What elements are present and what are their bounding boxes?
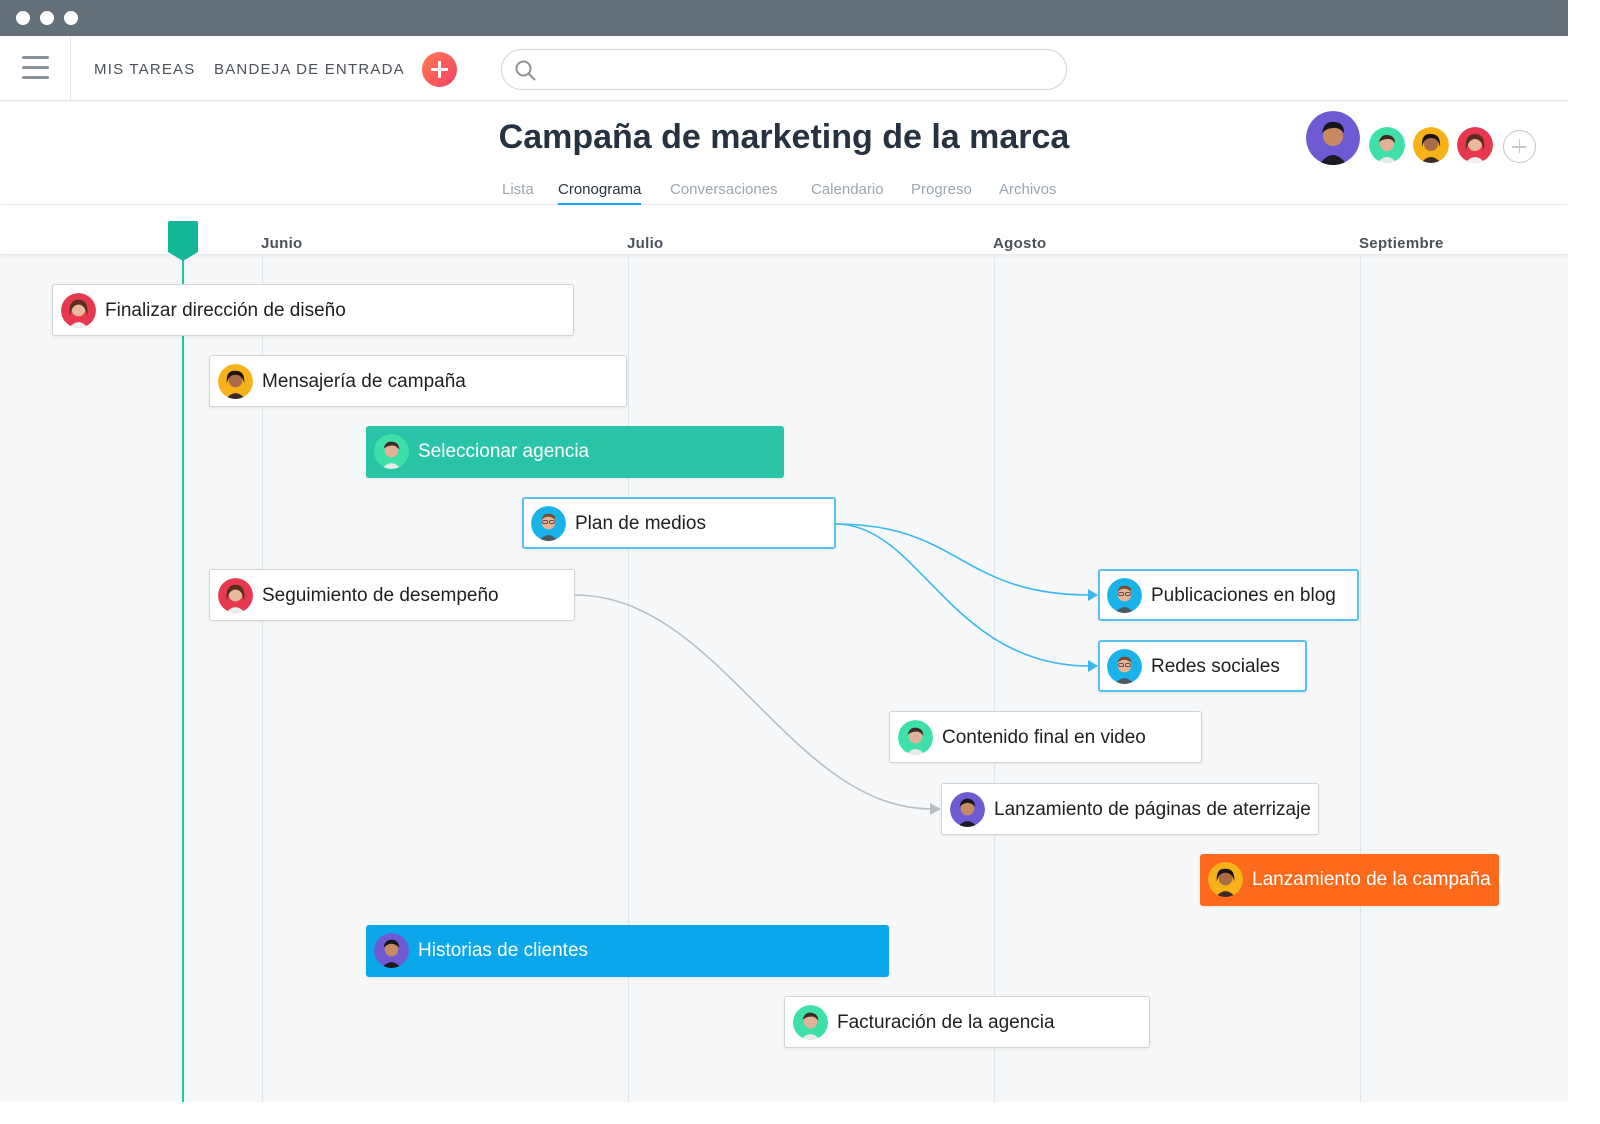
task-name: Seleccionar agencia <box>418 441 590 462</box>
member-avatar[interactable] <box>1369 127 1405 163</box>
search-icon <box>515 60 536 81</box>
tab-timeline[interactable]: Cronograma <box>558 181 642 205</box>
project-members <box>1306 111 1546 165</box>
dependency-line <box>835 523 1091 667</box>
dependency-arrow <box>1088 660 1098 672</box>
assignee-avatar <box>1107 578 1142 613</box>
window-minimize-dot[interactable] <box>40 11 54 25</box>
month-label: Agosto <box>993 235 1047 252</box>
task-bar[interactable]: Mensajería de campaña <box>209 355 627 407</box>
today-marker-icon[interactable] <box>168 221 198 261</box>
tab-progress[interactable]: Progreso <box>911 181 972 198</box>
task-bar[interactable]: Contenido final en video <box>889 711 1202 763</box>
assignee-avatar <box>61 293 96 328</box>
assignee-avatar <box>950 792 985 827</box>
add-member-button[interactable] <box>1503 130 1536 163</box>
task-name: Mensajería de campaña <box>262 371 466 392</box>
assignee-avatar <box>374 434 409 469</box>
task-name: Seguimiento de desempeño <box>262 585 499 606</box>
task-name: Historias de clientes <box>418 940 589 961</box>
app-window: MIS TAREAS BANDEJA DE ENTRADA Campaña de… <box>0 0 1568 1102</box>
top-navigation: MIS TAREAS BANDEJA DE ENTRADA <box>0 36 1568 101</box>
task-bar[interactable]: Finalizar dirección de diseño <box>52 284 574 336</box>
month-label: Junio <box>261 235 303 252</box>
member-avatar[interactable] <box>1413 127 1449 163</box>
assignee-avatar <box>218 578 253 613</box>
assignee-avatar <box>1107 649 1142 684</box>
task-bar[interactable]: Seguimiento de desempeño <box>209 569 575 621</box>
window-titlebar <box>0 0 1568 36</box>
member-avatar[interactable] <box>1306 111 1360 165</box>
dependency-arrow <box>930 803 941 815</box>
dependency-line <box>835 523 1091 596</box>
task-name: Lanzamiento de páginas de aterrizaje <box>994 799 1311 820</box>
nav-my-tasks[interactable]: MIS TAREAS <box>94 61 195 78</box>
assignee-avatar <box>218 364 253 399</box>
nav-divider <box>70 36 71 101</box>
tab-timeline-label: Cronograma <box>558 181 642 198</box>
month-label: Julio <box>627 235 664 252</box>
today-line <box>182 255 184 1102</box>
tab-calendar[interactable]: Calendario <box>811 181 884 198</box>
assignee-avatar <box>1208 862 1243 897</box>
task-bar[interactable]: Lanzamiento de la campaña <box>1200 854 1499 906</box>
tab-conversations[interactable]: Conversaciones <box>670 181 778 198</box>
task-bar[interactable]: Seleccionar agencia <box>366 426 784 478</box>
assignee-avatar <box>898 720 933 755</box>
hamburger-menu-icon[interactable] <box>22 56 49 80</box>
tab-list[interactable]: Lista <box>502 181 534 198</box>
assignee-avatar <box>374 933 409 968</box>
dependency-arrow <box>1088 589 1098 601</box>
task-name: Publicaciones en blog <box>1151 585 1336 606</box>
task-name: Contenido final en video <box>942 727 1146 748</box>
member-avatar[interactable] <box>1457 127 1493 163</box>
window-close-dot[interactable] <box>16 11 30 25</box>
assignee-avatar <box>531 506 566 541</box>
task-bar[interactable]: Lanzamiento de páginas de aterrizaje <box>941 783 1319 835</box>
nav-inbox[interactable]: BANDEJA DE ENTRADA <box>214 61 405 78</box>
task-name: Redes sociales <box>1151 656 1280 677</box>
search-input[interactable] <box>501 49 1067 90</box>
assignee-avatar <box>793 1005 828 1040</box>
quick-add-button[interactable] <box>422 52 457 87</box>
task-bar[interactable]: Facturación de la agencia <box>784 996 1150 1048</box>
task-name: Finalizar dirección de diseño <box>105 300 346 321</box>
task-name: Lanzamiento de la campaña <box>1252 869 1491 890</box>
task-bar[interactable]: Historias de clientes <box>366 925 889 977</box>
month-label: Septiembre <box>1359 235 1444 252</box>
task-name: Plan de medios <box>575 513 706 534</box>
window-zoom-dot[interactable] <box>64 11 78 25</box>
project-header: Campaña de marketing de la marca Lista C… <box>0 102 1568 205</box>
month-gridline <box>994 255 995 1102</box>
timeline-header: Junio Julio Agosto Septiembre <box>0 205 1568 255</box>
task-bar[interactable]: Publicaciones en blog <box>1098 569 1359 621</box>
month-gridline <box>1360 255 1361 1102</box>
task-name: Facturación de la agencia <box>837 1012 1055 1033</box>
tab-files[interactable]: Archivos <box>999 181 1057 198</box>
task-bar[interactable]: Plan de medios <box>522 497 836 549</box>
task-bar[interactable]: Redes sociales <box>1098 640 1307 692</box>
